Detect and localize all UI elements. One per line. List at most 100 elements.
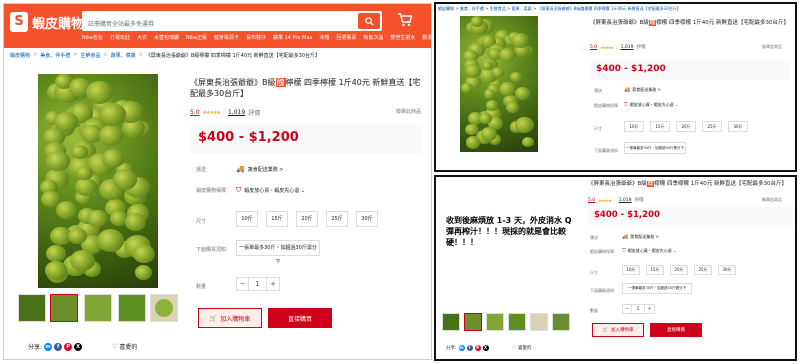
shopee-logo[interactable]: S 蝦皮購物: [10, 12, 84, 32]
thumbnail-3[interactable]: [84, 294, 112, 322]
share-label: 分享:: [28, 344, 43, 351]
guarantee-value[interactable]: ⛉ 蝦皮放心買・蝦皮先心退 ⌄: [622, 248, 676, 254]
thumbnail-2[interactable]: [464, 313, 482, 331]
size-option[interactable]: 10斤: [624, 121, 644, 132]
shipping-value[interactable]: 🚚 蔬食配送業務 >: [622, 234, 659, 240]
guarantee-value[interactable]: ⛉ 蝦皮放心買・蝦皮先心退 ⌄: [236, 186, 305, 195]
logo-text: 蝦皮購物: [32, 16, 85, 32]
facebook-icon[interactable]: f: [54, 342, 63, 351]
hot-word-link[interactable]: Nike正版: [186, 34, 207, 41]
pinterest-icon[interactable]: P: [474, 345, 481, 351]
breadcrumb-item[interactable]: 美食、伴手禮: [40, 52, 70, 59]
qty-plus-button[interactable]: +: [267, 278, 279, 290]
add-cart-icon: 🛒: [209, 314, 218, 322]
review-count[interactable]: 1,019: [228, 109, 245, 116]
shipping-value[interactable]: 🚚 蔬食配送業務 >: [624, 87, 661, 93]
rating-score[interactable]: 5.0: [190, 109, 200, 116]
qty-input[interactable]: 1: [632, 305, 645, 313]
hot-word-link[interactable]: 雙倍生前女: [390, 34, 415, 41]
thumbnail-5[interactable]: [150, 294, 178, 322]
shopee-bag-icon: S: [10, 12, 28, 32]
buy-now-button[interactable]: 直接購買: [650, 323, 702, 337]
size-option[interactable]: 30斤: [718, 265, 736, 275]
report-link[interactable]: 檢舉此商品: [762, 44, 782, 50]
size-option[interactable]: 20斤: [670, 265, 688, 275]
product-main-image[interactable]: [38, 74, 158, 288]
report-link[interactable]: 檢舉此商品: [396, 108, 421, 115]
thumbnail-4[interactable]: [508, 313, 526, 331]
hot-word-link[interactable]: Nike包包: [82, 34, 103, 41]
size-option[interactable]: 15斤: [650, 121, 670, 132]
lemon-graphic: [45, 244, 67, 262]
hot-word-link[interactable]: 動漫子食: [422, 34, 431, 41]
size-option[interactable]: 20斤: [296, 211, 318, 227]
search-button[interactable]: [358, 13, 380, 29]
size-option[interactable]: 15斤: [646, 265, 664, 275]
add-to-cart-button[interactable]: 🛒 加入購物車: [592, 323, 644, 337]
size-label: 尺寸: [590, 270, 598, 275]
thumbnail-5[interactable]: [530, 313, 548, 331]
review-count[interactable]: 1,019: [619, 198, 632, 203]
size-option[interactable]: 10斤: [236, 211, 258, 227]
qty-minus-button[interactable]: −: [237, 278, 249, 290]
add-to-cart-button[interactable]: 🛒 加入購物車: [198, 308, 262, 328]
size-option[interactable]: 25斤: [702, 121, 722, 132]
hot-word-link[interactable]: 蘋果 14 Pro Max: [273, 34, 312, 41]
cart-icon[interactable]: [397, 12, 413, 28]
rating-score[interactable]: 5.0: [590, 45, 597, 50]
breadcrumb-item[interactable]: 生鮮食品: [80, 52, 100, 59]
thumbnail-4[interactable]: [118, 294, 146, 322]
review-count[interactable]: 1,019: [621, 45, 634, 50]
x-icon[interactable]: X: [74, 342, 83, 351]
breadcrumb-item[interactable]: 蔬果、菜蔬: [111, 52, 136, 59]
hot-word-link[interactable]: 冰箱: [319, 34, 329, 41]
search-input[interactable]: [82, 15, 352, 35]
bulk-option[interactable]: 一張單最多30斤・如超過30斤需分下: [624, 142, 686, 154]
thumbnail-2[interactable]: [50, 294, 78, 322]
like-row[interactable]: ♡ 喜愛的: [512, 345, 532, 352]
thumbnail-3[interactable]: [486, 313, 504, 331]
thumbnail-6[interactable]: [552, 313, 570, 331]
hot-word-link[interactable]: 打電玩壯: [110, 34, 130, 41]
bulk-option[interactable]: 一張單最多30斤・如超過30斤需分下: [622, 283, 692, 294]
size-option[interactable]: 10斤: [622, 265, 640, 275]
messenger-icon[interactable]: m: [44, 342, 53, 351]
rating-score[interactable]: 5.0: [588, 198, 595, 203]
lemon-graphic: [506, 102, 519, 113]
hot-word-link[interactable]: 回選餐桌: [336, 34, 356, 41]
size-option[interactable]: 15斤: [266, 211, 288, 227]
report-link[interactable]: 檢舉此商品: [762, 197, 782, 203]
size-option[interactable]: 25斤: [326, 211, 348, 227]
product-main-image[interactable]: [460, 16, 538, 152]
hot-word-link[interactable]: 吸髮次晶: [363, 34, 383, 41]
messenger-icon[interactable]: m: [458, 345, 465, 351]
price-box: $400 - $1,200: [590, 60, 790, 80]
bulk-label: 下面購買須知: [590, 288, 614, 293]
thumbnail-1[interactable]: [442, 313, 460, 331]
buy-now-button[interactable]: 直接購買: [268, 308, 332, 328]
qty-input[interactable]: 1: [249, 278, 267, 290]
guarantee-value[interactable]: ⛉ 蝦皮放心買・蝦皮先心退 ⌄: [624, 102, 678, 108]
hot-word-link[interactable]: 健身電源卡: [214, 34, 239, 41]
lemon-graphic: [464, 123, 479, 136]
hot-word-link[interactable]: 長布鞋仔: [246, 34, 266, 41]
qty-plus-button[interactable]: +: [645, 305, 654, 313]
size-option[interactable]: 25斤: [694, 265, 712, 275]
qty-minus-button[interactable]: −: [623, 305, 632, 313]
product-title: 《屏東長治張爺爺》B級醜檸檬 四季檸檬 1斤40元 新鮮直送【宅配最多30台斤】: [590, 20, 790, 26]
shipping-value[interactable]: 🚚 蔬食配送業務 >: [236, 165, 284, 173]
pinterest-icon[interactable]: P: [64, 342, 73, 351]
hot-word-link[interactable]: 水壺包瑞鑽: [154, 34, 179, 41]
breadcrumb-item[interactable]: 蝦皮購物: [10, 52, 30, 59]
x-icon[interactable]: X: [482, 345, 489, 351]
size-option[interactable]: 30斤: [356, 211, 378, 227]
size-option[interactable]: 30斤: [728, 121, 748, 132]
main-product-page: S 蝦皮購物 Nike包包打電玩壯大衣水壺包瑞鑽 Nike正版健身電源卡長布鞋仔蘋…: [3, 3, 432, 360]
hot-word-link[interactable]: 大衣: [137, 34, 147, 41]
price: $400 - $1,200: [594, 210, 660, 220]
facebook-icon[interactable]: f: [466, 345, 473, 351]
thumbnail-1[interactable]: [18, 294, 46, 322]
bulk-option[interactable]: 一張單最多30斤・如超過30斤需分下: [236, 240, 320, 265]
like-row[interactable]: ♡ 喜愛的: [112, 342, 137, 351]
size-option[interactable]: 20斤: [676, 121, 696, 132]
